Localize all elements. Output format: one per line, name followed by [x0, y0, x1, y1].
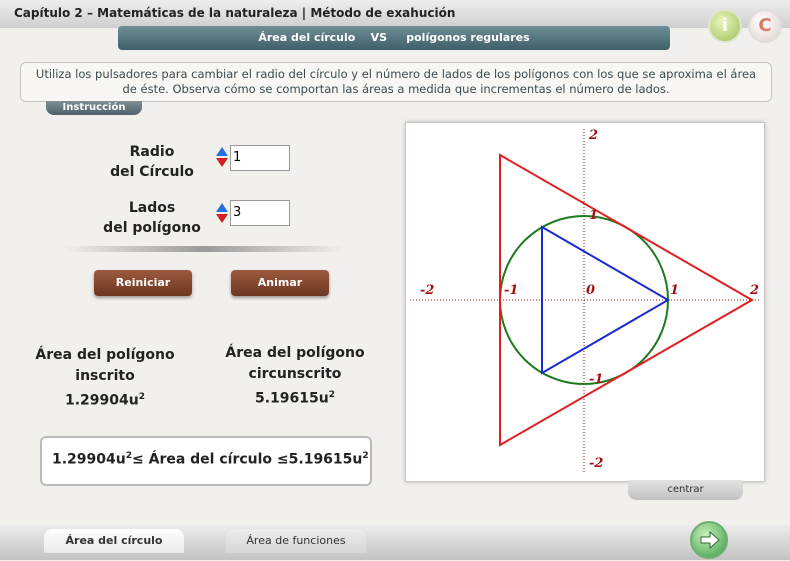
axis-label-y-1: 1	[589, 208, 598, 223]
axis-label-x-neg1: -1	[504, 283, 518, 298]
axis-label-x-2: 2	[749, 283, 759, 298]
section-bar: Área del círculo VS polígonos regulares	[118, 26, 670, 50]
next-button[interactable]	[690, 521, 728, 559]
inscribed-value: 1.29904u2	[65, 392, 145, 409]
instruction-tab[interactable]: Instrucción	[46, 101, 142, 115]
sides-input[interactable]: 3	[230, 200, 290, 226]
sides-down-icon[interactable]	[216, 214, 228, 223]
axis-label-x-neg2: -2	[420, 283, 434, 298]
radius-input[interactable]: 1	[230, 145, 290, 171]
radius-label-line2: del Círculo	[110, 164, 194, 180]
axis-label-y-neg2: -2	[589, 456, 603, 471]
instruction-text: Utiliza los pulsadores para cambiar el r…	[35, 67, 757, 96]
radius-label: Radio del Círculo	[100, 142, 204, 182]
app-title: Capítulo 2 – Matemáticas de la naturalez…	[14, 6, 456, 20]
axis-label-x-1: 1	[670, 283, 679, 298]
radius-up-icon[interactable]	[216, 147, 228, 156]
sides-label: Lados del polígono	[96, 198, 208, 238]
axis-label-y-neg1: -1	[589, 372, 603, 387]
inscribed-label-line1: Área del polígono	[35, 347, 175, 363]
tab-circle-area[interactable]: Área del círculo	[44, 529, 184, 553]
animate-button[interactable]: Animar	[231, 270, 329, 296]
tab-function-area[interactable]: Área de funciones	[226, 529, 366, 553]
divider	[64, 246, 344, 252]
sides-up-icon[interactable]	[216, 203, 228, 212]
graph-panel[interactable]: -2 -1 0 1 2 1 -1 2 -2	[405, 122, 765, 482]
top-bar: Capítulo 2 – Matemáticas de la naturalez…	[0, 0, 790, 28]
center-button[interactable]: centrar	[628, 480, 743, 500]
sides-label-line1: Lados	[128, 200, 176, 216]
inequality-box: 1.29904u2≤ Área del círculo ≤5.19615u2	[40, 436, 372, 486]
graph-canvas[interactable]: -2 -1 0 1 2 1 -1 2 -2	[406, 123, 764, 481]
circumscribed-area: Área del polígono circunscrito 5.19615u2	[220, 343, 370, 410]
inequality-text: 1.29904u2≤ Área del círculo ≤5.19615u2	[52, 451, 369, 468]
info-button[interactable]: i	[708, 9, 742, 43]
axis-label-origin: 0	[586, 283, 595, 298]
reset-button[interactable]: Reiniciar	[94, 270, 192, 296]
inscribed-label-line2: inscrito	[75, 368, 135, 384]
radius-stepper[interactable]	[215, 146, 229, 172]
sides-label-line2: del polígono	[103, 220, 201, 236]
axis-label-y-2: 2	[588, 128, 598, 143]
sides-stepper[interactable]	[215, 202, 229, 228]
credits-button[interactable]: C	[748, 9, 782, 43]
section-title: Área del círculo VS polígonos regulares	[258, 31, 530, 44]
instruction-box: Utiliza los pulsadores para cambiar el r…	[20, 62, 772, 102]
circumscribed-label-line1: Área del polígono	[225, 345, 365, 361]
circumscribed-label-line2: circunscrito	[248, 366, 342, 382]
radius-down-icon[interactable]	[216, 158, 228, 167]
inscribed-area: Área del polígono inscrito 1.29904u2	[30, 345, 180, 412]
circumscribed-value: 5.19615u2	[255, 390, 335, 407]
radius-label-line1: Radio	[129, 144, 175, 160]
arrow-right-icon	[700, 530, 720, 550]
